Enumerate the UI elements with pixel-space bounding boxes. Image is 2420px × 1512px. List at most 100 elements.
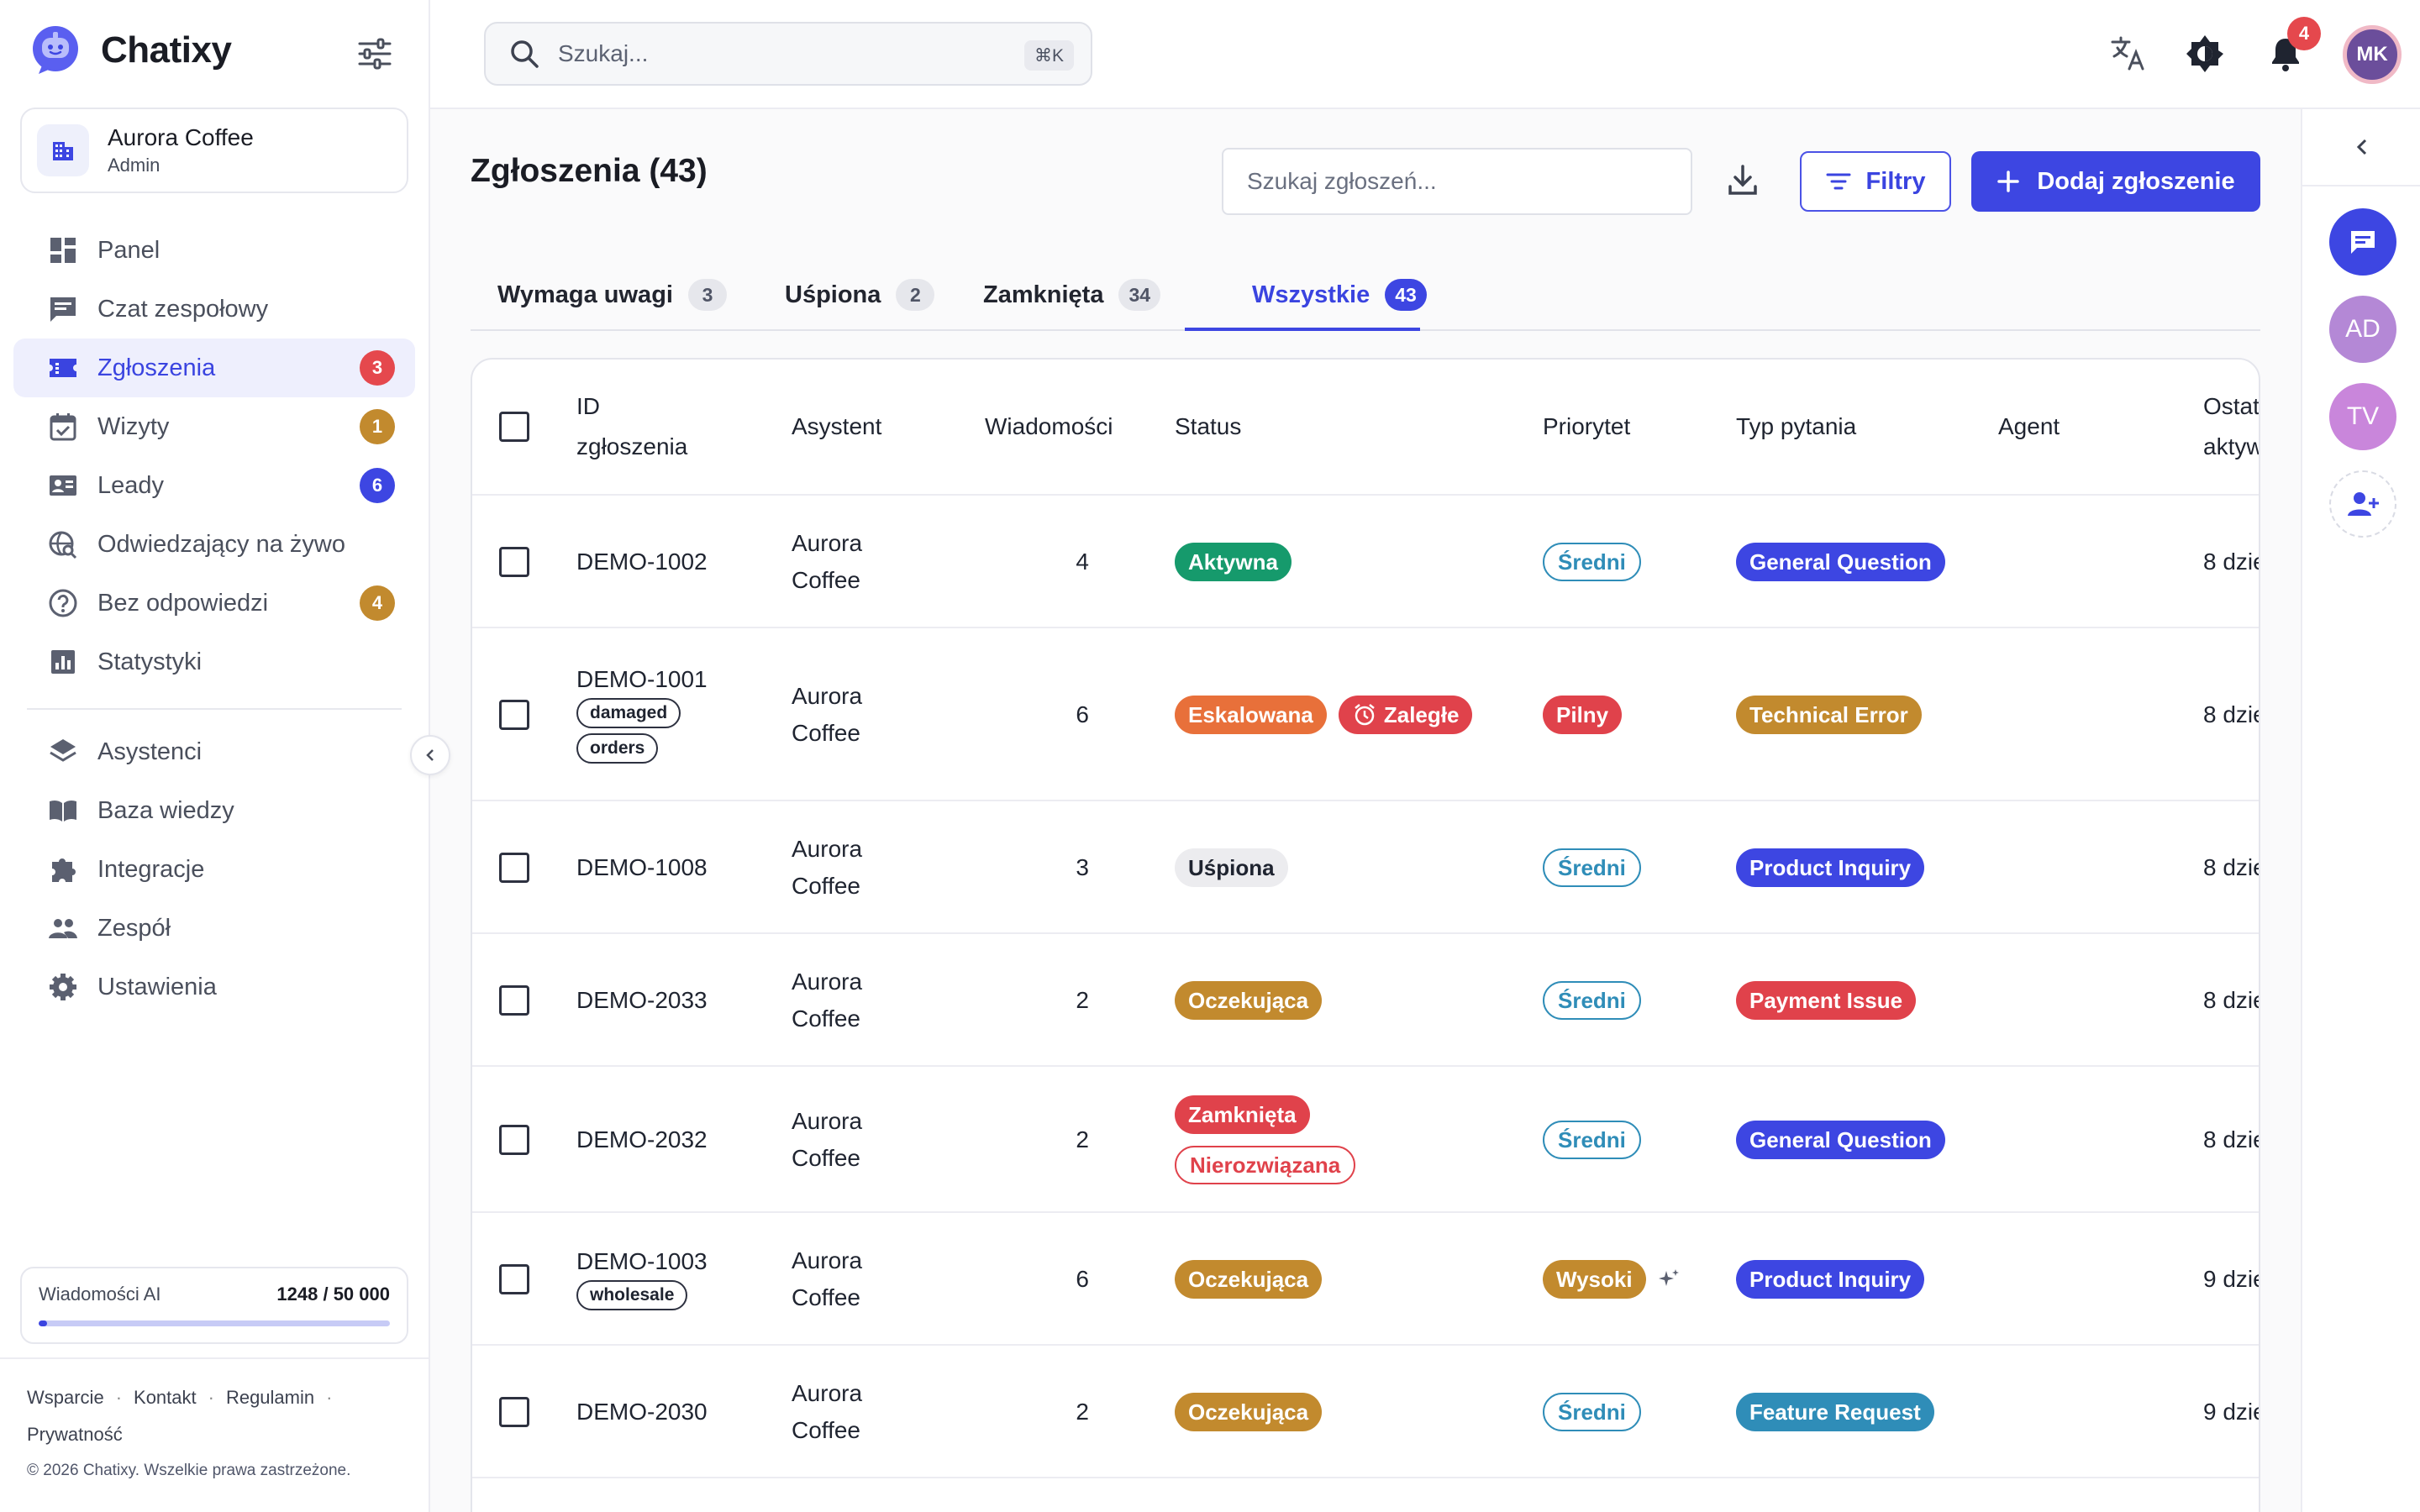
tab-closed[interactable]: Zamknięta 34 [983,259,1161,331]
column-header-type[interactable]: Typ pytania [1736,360,1856,494]
sidebar-item-leads[interactable]: Leady 6 [13,456,415,515]
row-checkbox[interactable] [499,985,529,1016]
footer-link-privacy[interactable]: Prywatność [27,1424,123,1445]
tab-dormant[interactable]: Uśpiona 2 [785,259,935,331]
sidebar-collapse-button[interactable] [410,735,450,775]
footer-link-support[interactable]: Wsparcie [27,1387,104,1408]
table-row[interactable]: DEMO-2033 Aurora Coffee 2 Oczekująca Średni Pa… [472,934,2259,1067]
add-ticket-button[interactable]: Dodaj zgłoszenie [1971,151,2260,212]
ticket-id: DEMO-2033 [576,987,708,1013]
ticket-id-cell[interactable]: DEMO-1002 [576,496,708,628]
chat-icon [2351,231,2375,254]
sliders-icon[interactable] [356,37,393,71]
select-all-checkbox[interactable] [499,412,529,442]
sidebar-item-statistics[interactable]: Statystyki [13,633,415,691]
ai-sparkle-icon [1658,1269,1679,1286]
ticket-id-cell[interactable]: DEMO-1003 wholesale [576,1213,708,1346]
sidebar-footer-divider [0,1357,429,1359]
ticket-id-cell[interactable]: DEMO-2033 [576,934,708,1067]
user-avatar[interactable]: MK [2343,25,2402,84]
column-header-messages[interactable]: Wiadomości [985,360,1113,494]
column-header-id[interactable]: ID zgłoszenia [576,360,687,494]
sidebar-item-integrations[interactable]: Integracje [13,840,415,899]
row-checkbox[interactable] [499,547,529,577]
row-checkbox[interactable] [499,1397,529,1427]
status-label: Zaległe [1383,701,1460,727]
sidebar-item-live-visitors[interactable]: Odwiedzający na żywo [13,515,415,574]
ticket-id-cell[interactable]: DEMO-1008 [576,801,708,934]
sidebar-item-assistants[interactable]: Asystenci [13,722,415,781]
translate-icon[interactable] [2109,34,2149,74]
help-circle-icon [49,589,77,617]
table-row[interactable]: DEMO-1003 wholesale Aurora Coffee 6 Oczekując… [472,1213,2259,1346]
table-row[interactable]: DEMO-2032 Aurora Coffee 2 Zamknięta Nierozwią… [472,1067,2259,1213]
add-ticket-label: Dodaj zgłoszenie [2037,167,2235,195]
question-type-badge: Technical Error [1736,696,1922,734]
question-type-cell: Product Inquiry [1736,1213,1925,1346]
row-checkbox[interactable] [499,1125,529,1155]
column-header-status[interactable]: Status [1175,360,1241,494]
chevron-left-icon[interactable] [2349,134,2375,160]
agent-avatar-ad[interactable]: AD [2329,296,2396,363]
ticket-id-cell[interactable]: DEMO-1001 damaged orders [576,628,708,801]
global-search-input[interactable]: Szukaj... ⌘K [484,22,1092,86]
ai-usage-card: Wiadomości AI 1248 / 50 000 [20,1267,408,1344]
footer-link-contact[interactable]: Kontakt [134,1387,197,1408]
workspace-switcher[interactable]: Aurora Coffee Admin [20,108,408,193]
download-icon[interactable] [1724,161,1761,198]
count-badge: 1 [360,409,395,444]
table-row[interactable]: DEMO-1008 Aurora Coffee 3 Uśpiona Średni Produ… [472,801,2259,934]
sidebar-item-label: Zgłoszenia [97,354,216,381]
agent-avatar-tv[interactable]: TV [2329,383,2396,450]
header-text: ID [576,393,600,419]
column-header-assistant[interactable]: Asystent [792,360,881,494]
status-label: Uśpiona [1188,854,1275,880]
sidebar-item-team-chat[interactable]: Czat zespołowy [13,280,415,339]
ticket-id-cell[interactable]: DEMO-2030 [576,1346,708,1478]
tickets-table: ID zgłoszenia Asystent Wiadomości Status… [471,358,2260,1512]
brand[interactable]: Chatixy [30,25,232,76]
search-placeholder: Szukaj... [558,40,649,66]
table-row[interactable]: DEMO-2030 Aurora Coffee 2 Oczekująca Średni Fe… [472,1346,2259,1478]
ticket-tag: wholesale [576,1280,688,1310]
filters-button[interactable]: Filtry [1800,151,1951,212]
sidebar-item-tickets[interactable]: Zgłoszenia 3 [13,339,415,397]
sidebar-item-unanswered[interactable]: Bez odpowiedzi 4 [13,574,415,633]
ticket-id-cell[interactable]: DEMO-2032 [576,1067,708,1213]
theme-toggle-icon[interactable] [2185,34,2225,74]
sidebar-item-knowledge-base[interactable]: Baza wiedzy [13,781,415,840]
question-type-cell: Feature Request [1736,1346,1934,1478]
row-checkbox[interactable] [499,853,529,883]
status-cell: Oczekująca [1175,934,1323,1067]
question-type-badge: General Question [1736,543,1945,581]
header-text: zgłoszenia [576,433,688,459]
sidebar-item-visits[interactable]: Wizyty 1 [13,397,415,456]
status-badge: Nierozwiązana [1175,1146,1356,1184]
table-row[interactable]: DEMO-1001 damaged orders Aurora Coffee 6 Eskal… [472,628,2259,801]
question-type-badge: Feature Request [1736,1393,1934,1431]
status-badge: Uśpiona [1175,848,1288,887]
assistant-cell: Aurora Coffee [792,1213,862,1346]
footer-link-terms[interactable]: Regulamin [226,1387,314,1408]
sidebar-item-team[interactable]: Zespół [13,899,415,958]
column-header-priority[interactable]: Priorytet [1543,360,1630,494]
last-activity: 8 dzień temu [2203,854,2259,880]
column-header-agent[interactable]: Agent [1998,360,2060,494]
tab-needs-attention[interactable]: Wymaga uwagi 3 [497,259,727,331]
question-type-cell: Product Inquiry [1736,801,1925,934]
ticket-search-input[interactable]: Szukaj zgłoszeń... [1222,148,1692,215]
question-type-badge: Payment Issue [1736,981,1917,1020]
sidebar-item-panel[interactable]: Panel [13,221,415,280]
priority-cell: Średni [1543,1346,1641,1478]
status-label: Aktywna [1188,549,1278,575]
row-checkbox[interactable] [499,700,529,730]
count-badge: 6 [360,468,395,503]
sidebar-item-settings[interactable]: Ustawienia [13,958,415,1016]
conversations-button[interactable] [2329,208,2396,276]
tab-all[interactable]: Wszystkie 43 [1252,259,1427,331]
row-checkbox[interactable] [499,1264,529,1294]
add-agent-button[interactable] [2329,470,2396,538]
table-row[interactable]: DEMO-1002 Aurora Coffee 4 Aktywna Średni Gener… [472,496,2259,628]
status-badge: Zamknięta [1175,1095,1310,1134]
column-header-last-activity[interactable]: Ostatnia aktywność [2203,360,2259,494]
